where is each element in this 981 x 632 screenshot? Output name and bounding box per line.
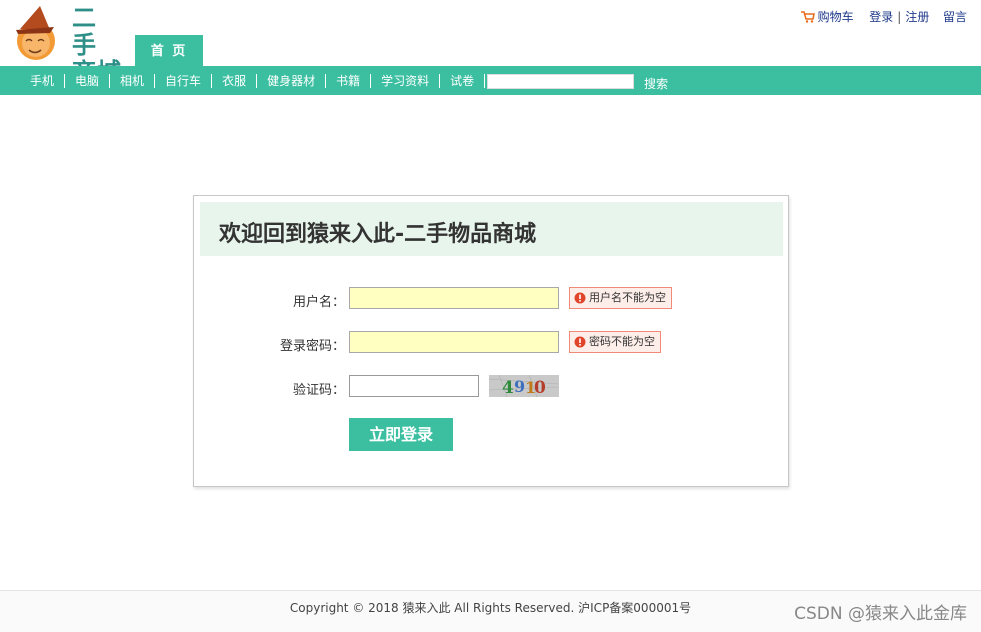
password-field[interactable] (349, 331, 559, 353)
csdn-watermark: CSDN @猿来入此金库 (794, 604, 967, 624)
nav-item-bicycle[interactable]: 自行车 (155, 73, 213, 88)
svg-text:9: 9 (514, 377, 525, 396)
login-submit-button[interactable]: 立即登录 (349, 418, 453, 451)
nav-item-phone[interactable]: 手机 (19, 73, 66, 88)
category-nav: 手机 电脑 相机 自行车 衣服 健身器材 书籍 学习资料 试卷 搜索 (0, 66, 981, 95)
nav-item-fitness[interactable]: 健身器材 (257, 73, 327, 88)
username-label: 用户名： (292, 295, 345, 310)
password-label: 登录密码： (279, 339, 345, 354)
nav-item-study-materials[interactable]: 学习资料 (371, 73, 441, 88)
captcha-graphic: 4 9 1 0 (489, 375, 559, 397)
tab-home[interactable]: 首 页 (135, 35, 203, 66)
username-error-text: 用户名不能为空 (589, 291, 666, 304)
logo-text-line1: 二 手 (72, 4, 97, 59)
nav-items: 手机 电脑 相机 自行车 衣服 健身器材 书籍 学习资料 试卷 (19, 66, 486, 95)
header: 二 手 商城 首 页 购物车 登录 |注册 留言 (0, 0, 981, 86)
nav-item-clothes[interactable]: 衣服 (212, 73, 258, 88)
login-title-bar: 欢迎回到猿来入此-二手物品商城 (200, 202, 783, 256)
shopping-cart-icon[interactable] (800, 11, 815, 23)
username-error-tip: 用户名不能为空 (569, 287, 672, 309)
nav-item-books[interactable]: 书籍 (326, 73, 372, 88)
captcha-field[interactable] (349, 375, 479, 397)
search-button[interactable]: 搜索 (644, 75, 668, 92)
login-title: 欢迎回到猿来入此-二手物品商城 (219, 222, 537, 247)
top-links: 购物车 登录 | 注册 留言 (800, 8, 967, 25)
captcha-image[interactable]: 4 9 1 0 (489, 375, 559, 397)
captcha-label: 验证码： (292, 383, 345, 398)
svg-text:0: 0 (534, 378, 546, 397)
cart-link[interactable]: 购物车 (818, 10, 854, 24)
nav-item-exam-papers[interactable]: 试卷 (440, 73, 486, 88)
svg-text:4: 4 (502, 378, 514, 397)
search-input[interactable] (487, 74, 634, 89)
message-link[interactable]: 留言 (943, 10, 967, 24)
separator: | (897, 10, 902, 24)
nav-item-computer[interactable]: 电脑 (65, 73, 111, 88)
login-panel: 欢迎回到猿来入此-二手物品商城 用户名： 用户名不能为空 登录密码： 密码不能为… (193, 195, 789, 487)
error-icon (574, 292, 586, 304)
nav-item-camera[interactable]: 相机 (110, 73, 156, 88)
password-error-text: 密码不能为空 (589, 335, 655, 348)
password-error-tip: 密码不能为空 (569, 331, 661, 353)
register-link[interactable]: 注册 (905, 10, 929, 24)
username-field[interactable] (349, 287, 559, 309)
monkey-wizard-icon (16, 6, 55, 60)
login-link[interactable]: 登录 (869, 10, 893, 24)
site-logo[interactable]: 二 手 商城 (10, 3, 130, 86)
error-icon (574, 336, 586, 348)
